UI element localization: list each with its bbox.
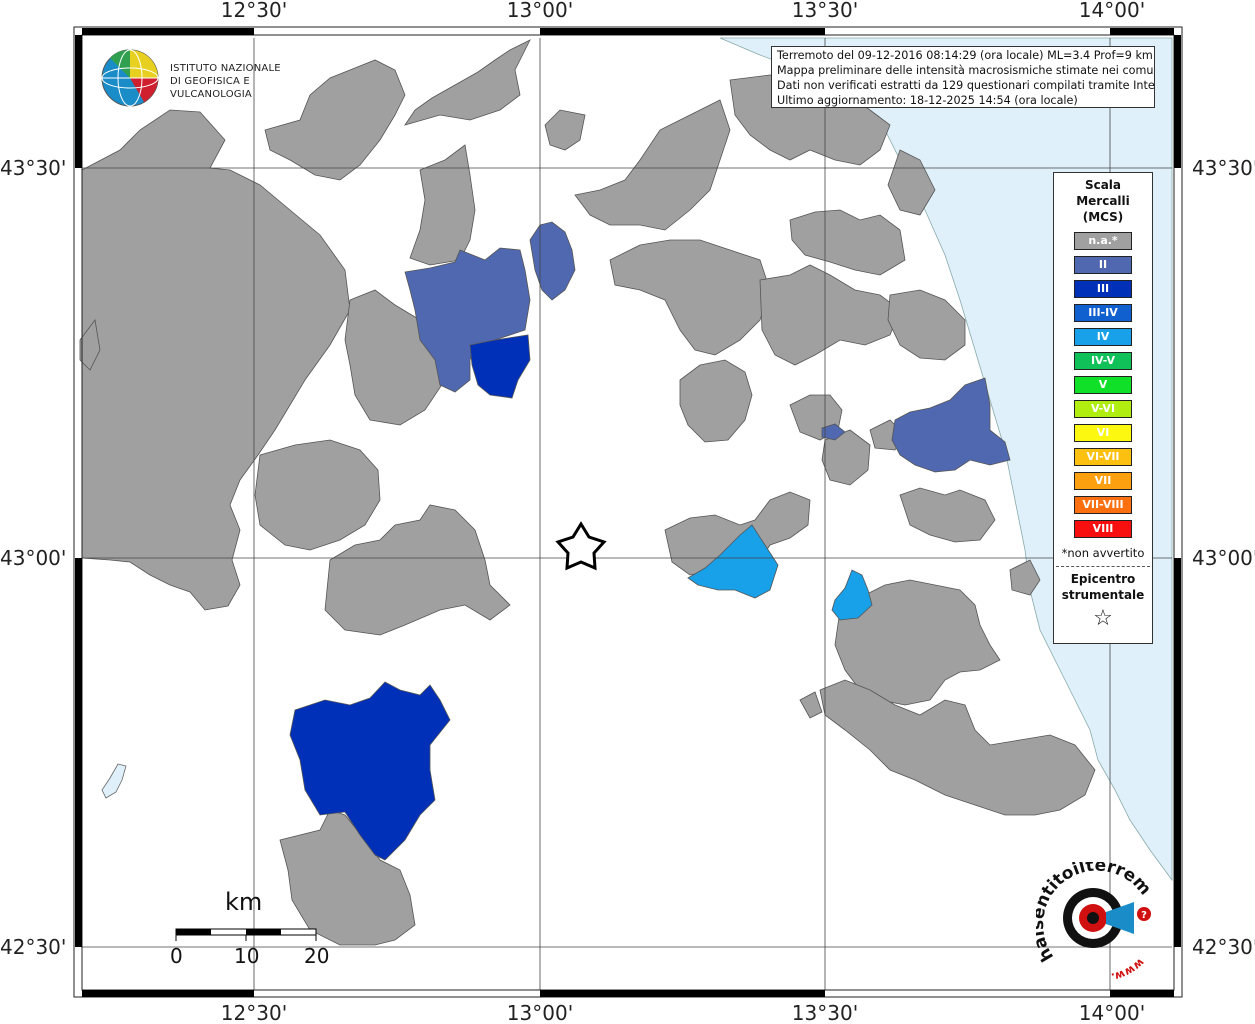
region-north-2 [404,39,531,126]
hst-logo-svg: ? haisentitoilterremoto.it www. [1028,847,1155,984]
scale-unit: km [225,888,263,916]
legend-item: III [1074,280,1132,298]
legend-item: IV-V [1074,352,1132,370]
region-east-1 [759,264,901,366]
region-southeast-4 [799,691,823,719]
ingv-logo: ISTITUTO NAZIONALE DI GEOFISICA E VULCAN… [100,48,310,108]
hst-site: www. [1110,956,1147,984]
bottom-tick-4: 14°00' [1079,1001,1145,1024]
lake-icon [101,763,127,799]
top-tick-2: 13°00' [507,0,573,22]
bottom-tick-3: 13°30' [792,1001,858,1024]
right-tick-2: 43°00' [1192,546,1255,570]
legend-star-icon: ☆ [1093,606,1113,631]
scale-bar [175,928,317,941]
region-east-3 [887,289,966,361]
region-southeast-2 [819,679,1096,816]
legend-item: III-IV [1074,304,1132,322]
info-line2: Mappa preliminare delle intensità macros… [777,64,1155,77]
legend-item: VIII [1074,520,1132,538]
legend-epicenter-2: strumentale [1061,588,1145,602]
region-center-left [409,144,476,266]
hst-logo: ? haisentitoilterremoto.it www. [1028,847,1160,986]
legend: Scala Mercalli (MCS) n.a.* II III III-IV IV I… [1053,172,1153,644]
target-dot-icon [1087,912,1099,924]
legend-title-2: Mercalli [1076,194,1130,208]
top-tick-1: 12°30' [221,0,287,22]
info-line1: Terremoto del 09-12-2016 08:14:29 (ora l… [777,49,1153,62]
region-north-3 [544,109,586,151]
right-tick-1: 43°30' [1192,156,1255,180]
legend-title-1: Scala [1084,178,1122,192]
right-tick-3: 42°30' [1192,935,1255,959]
legend-item: VII-VIII [1074,496,1132,514]
legend-item: V-VI [1074,400,1132,418]
region-ii-north [529,221,576,301]
legend-item: VI-VII [1074,448,1132,466]
left-tick-3: 42°30' [0,935,66,959]
epicenter-star-icon [555,521,607,571]
ingv-line2: DI GEOFISICA E VULCANOLOGIA [170,76,252,100]
ingv-name: ISTITUTO NAZIONALE DI GEOFISICA E VULCAN… [170,62,310,101]
scale-label-20: 20 [304,944,330,968]
legend-item: II [1074,256,1132,274]
region-center-east [679,359,753,443]
legend-title-3: (MCS) [1082,210,1124,224]
legend-title: Scala Mercalli (MCS) [1054,177,1152,225]
top-tick-4: 14°00' [1079,0,1145,22]
scale-label-0: 0 [170,944,183,968]
info-line3: Dati non verificati estratti da 129 ques… [777,79,1155,92]
bottom-tick-2: 13°00' [507,1001,573,1024]
legend-items: n.a.* II III III-IV IV IV-V V V-VI VI VI-VII VII VI… [1054,232,1152,538]
legend-separator [1056,566,1150,567]
legend-item: VI [1074,424,1132,442]
region-northeast-1 [574,99,731,231]
legend-item: IV [1074,328,1132,346]
globe-icon [101,49,159,107]
region-east-2 [789,209,906,276]
legend-item: V [1074,376,1132,394]
info-line4: Ultimo aggiornamento: 18-12-2025 14:54 (… [777,94,1078,107]
legend-item: n.a.* [1074,232,1132,250]
bottom-tick-1: 12°30' [221,1001,287,1024]
region-iii-north [469,334,531,399]
svg-text:?: ? [1141,910,1147,921]
legend-note: *non avvertito [1061,546,1145,560]
region-northeast-3 [609,239,771,356]
region-center-left-3 [254,439,381,551]
region-east-7 [899,487,996,543]
scale-label-10: 10 [234,944,260,968]
left-tick-2: 43°00' [0,546,66,570]
top-tick-3: 13°30' [792,0,858,22]
info-box: Terremoto del 09-12-2016 08:14:29 (ora l… [771,46,1155,108]
ingv-line1: ISTITUTO NAZIONALE [170,63,281,74]
left-tick-1: 43°30' [0,156,66,180]
legend-epicenter: Epicentro strumentale [1054,571,1152,603]
legend-epicenter-1: Epicentro [1070,572,1136,586]
legend-item: VII [1074,472,1132,490]
